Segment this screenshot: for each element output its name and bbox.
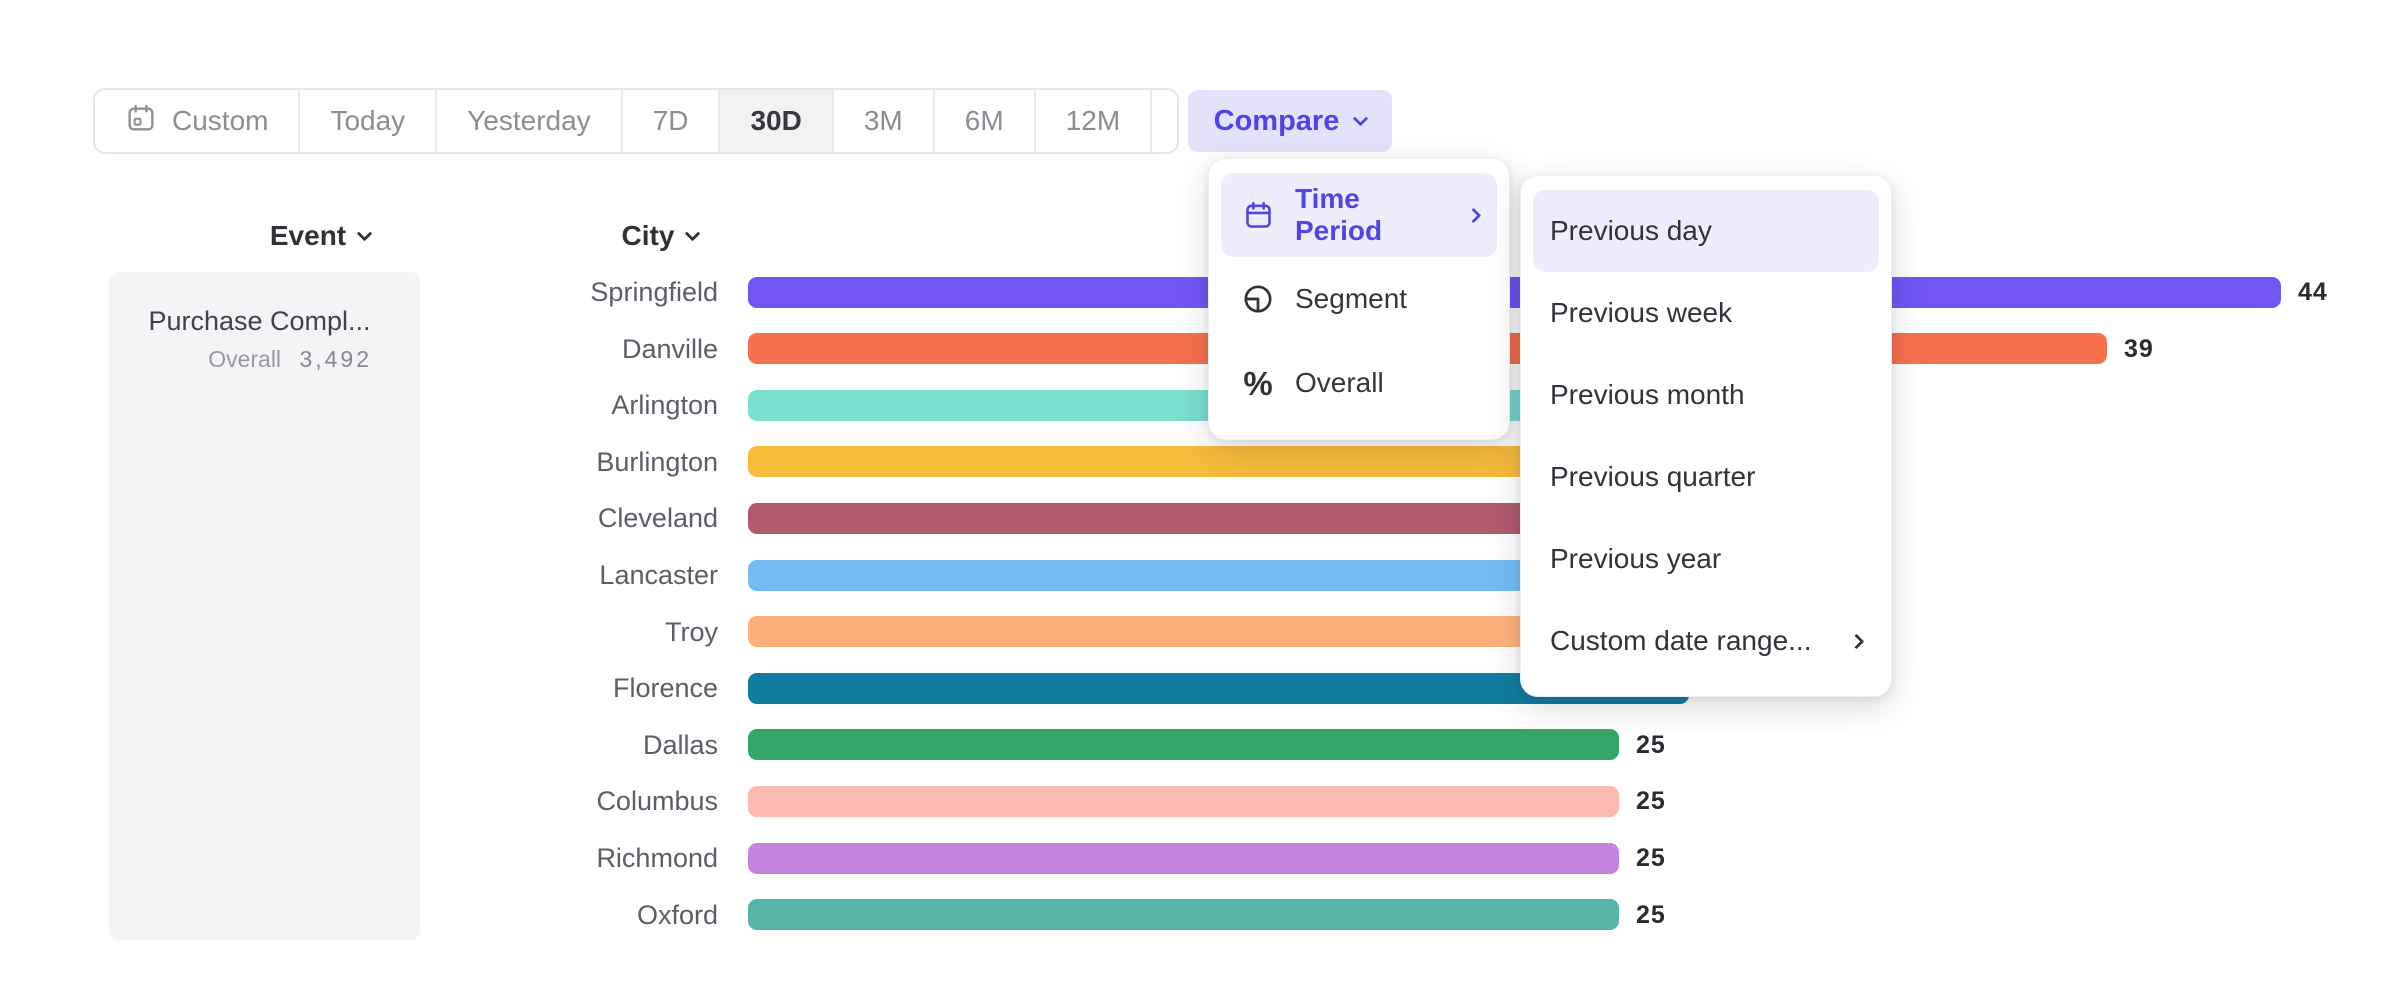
city-label: Oxford [380,898,718,932]
bar-value: 25 [1636,729,1666,761]
menu-item-icon [1239,282,1277,316]
menu-item-label: Previous year [1550,543,1721,575]
bar[interactable] [748,899,1619,930]
date-range-button[interactable]: 7D [623,90,721,152]
menu-item-icon [1239,200,1277,231]
calendar-icon [125,102,157,141]
compare-menu-item[interactable]: % Overall [1221,341,1497,425]
bar[interactable] [748,786,1619,817]
date-range-button[interactable]: 12M [1036,90,1152,152]
date-range-button[interactable]: 30D [720,90,833,152]
event-column-header[interactable]: Event [220,216,420,256]
bar[interactable] [748,843,1619,874]
chevron-right-icon [1849,633,1865,649]
bar[interactable] [748,729,1619,760]
chevron-right-icon [1466,207,1482,223]
bar-value: 39 [2124,333,2154,365]
chevron-down-icon [1353,110,1369,126]
menu-item-icon: % [1239,367,1277,400]
date-range-button[interactable]: 6M [935,90,1036,152]
compare-label: Compare [1214,105,1340,138]
date-range-button[interactable]: Today [300,90,437,152]
date-range-label: 12M [1066,105,1120,137]
city-label: Lancaster [380,558,718,592]
date-range-label: Today [330,105,405,137]
compare-menu: Time Period Segment % Overall [1208,158,1510,440]
menu-item-label: Previous day [1550,215,1712,247]
date-range-label: 6M [965,105,1004,137]
compare-menu-item[interactable]: Time Period [1221,173,1497,257]
time-period-option[interactable]: Previous day [1533,190,1879,272]
menu-item-label: Previous week [1550,297,1732,329]
city-label: Richmond [380,841,718,875]
event-card[interactable] [109,272,420,940]
bar-value: 25 [1636,899,1666,931]
bar-value: 44 [2298,276,2328,308]
date-range-label: Custom [172,105,268,137]
chevron-down-icon [357,225,373,241]
time-period-option[interactable]: Previous year [1533,518,1879,600]
date-range-label: Yesterday [467,105,591,137]
city-label: Danville [380,332,718,366]
time-period-option[interactable]: Previous month [1533,354,1879,436]
date-range-button[interactable]: XTD [1152,90,1179,152]
date-range-toolbar: Custom Today Yesterday 7D 30D 3M 6M 12M … [93,88,1179,154]
date-range-label: 3M [864,105,903,137]
time-period-option[interactable]: Previous week [1533,272,1879,354]
date-range-button[interactable]: Custom [95,90,300,152]
date-range-button[interactable]: Yesterday [437,90,623,152]
menu-item-label: Segment [1295,283,1407,315]
city-label: Cleveland [380,501,718,535]
city-column-header[interactable]: City [560,216,760,256]
date-range-button[interactable]: 3M [834,90,935,152]
date-range-label: 30D [750,105,801,137]
city-label: Springfield [380,275,718,309]
city-label: Columbus [380,784,718,818]
menu-item-label: Previous quarter [1550,461,1755,493]
event-column-header-label: Event [270,220,346,252]
time-period-option[interactable]: Custom date range... [1533,600,1879,682]
menu-item-label: Time Period [1295,183,1450,247]
bar[interactable] [748,277,2281,308]
menu-item-label: Previous month [1550,379,1745,411]
bar-value: 25 [1636,842,1666,874]
city-label: Arlington [380,388,718,422]
time-period-option[interactable]: Previous quarter [1533,436,1879,518]
city-label: Dallas [380,728,718,762]
compare-button[interactable]: Compare [1188,90,1392,152]
menu-item-label: Overall [1295,367,1384,399]
date-range-label: 7D [653,105,689,137]
chevron-down-icon [685,225,701,241]
bar-value: 25 [1636,785,1666,817]
city-label: Burlington [380,445,718,479]
menu-item-label: Custom date range... [1550,625,1811,657]
city-label: Florence [380,671,718,705]
time-period-submenu: Previous day Previous week Previous mont… [1520,175,1892,697]
city-column-header-label: City [622,220,675,252]
compare-menu-item[interactable]: Segment [1221,257,1497,341]
city-label: Troy [380,615,718,649]
